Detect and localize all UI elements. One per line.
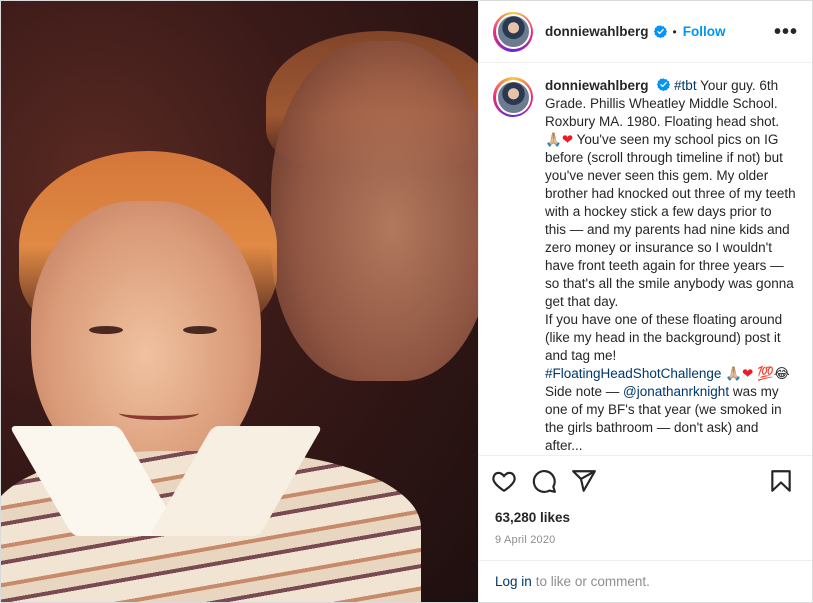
share-icon[interactable] — [571, 468, 597, 494]
caption-segment: Side note — — [545, 384, 624, 399]
caption-text: donniewahlberg #tbt Your guy. 6th Grade.… — [545, 77, 796, 455]
caption-body: #tbt Your guy. 6th Grade. Phillis Wheatl… — [545, 78, 796, 453]
caption-area[interactable]: donniewahlberg #tbt Your guy. 6th Grade.… — [479, 63, 812, 455]
heart-emoji: ❤ — [741, 366, 754, 381]
username-link[interactable]: donniewahlberg — [545, 24, 649, 39]
caption-tag-link[interactable]: @jonathanrknight — [623, 384, 729, 399]
caption-avatar[interactable] — [493, 77, 533, 117]
post-date: 9 April 2020 — [495, 534, 556, 546]
post-photo[interactable] — [1, 1, 478, 602]
caption-emoji: 🙏🏼 — [725, 366, 742, 381]
verified-badge-icon — [653, 25, 667, 38]
photo-eye-right — [183, 326, 217, 334]
post-sidebar: donniewahlberg • Follow ••• donniewahlbe… — [478, 1, 812, 602]
photo-background-head — [271, 41, 478, 381]
caption-avatar-image — [495, 79, 531, 115]
caption-verified-badge-icon — [657, 78, 671, 91]
login-prompt: Log in to like or comment. — [479, 560, 812, 602]
caption-tag-link[interactable]: #tbt — [674, 78, 697, 93]
post-header: donniewahlberg • Follow ••• — [479, 1, 812, 63]
bookmark-icon[interactable] — [768, 468, 794, 494]
action-bar — [479, 455, 812, 505]
caption-segment: If you have one of these floating around… — [545, 312, 783, 363]
avatar-image — [495, 14, 531, 49]
separator-dot: • — [672, 24, 677, 39]
comment-icon[interactable] — [531, 468, 557, 494]
caption-segment: You've seen my school pics on IG before … — [545, 132, 796, 309]
login-link[interactable]: Log in — [495, 574, 532, 589]
caption-tag-link[interactable]: #FloatingHeadShotChallenge — [545, 366, 721, 381]
caption-emoji: 🙏🏼 — [545, 132, 562, 147]
follow-button[interactable]: Follow — [683, 24, 726, 39]
more-options-icon[interactable]: ••• — [774, 22, 798, 42]
login-prompt-text: to like or comment. — [535, 574, 650, 589]
likes-count[interactable]: 63,280 likes — [479, 505, 812, 525]
instagram-post: donniewahlberg • Follow ••• donniewahlbe… — [0, 0, 813, 603]
photo-mouth — [119, 406, 199, 420]
avatar[interactable] — [493, 11, 533, 52]
heart-icon[interactable] — [491, 468, 517, 494]
caption-emoji: 💯😂 — [757, 366, 790, 381]
photo-eye-left — [89, 326, 123, 334]
heart-emoji: ❤ — [561, 132, 574, 147]
caption-username[interactable]: donniewahlberg — [545, 78, 649, 93]
